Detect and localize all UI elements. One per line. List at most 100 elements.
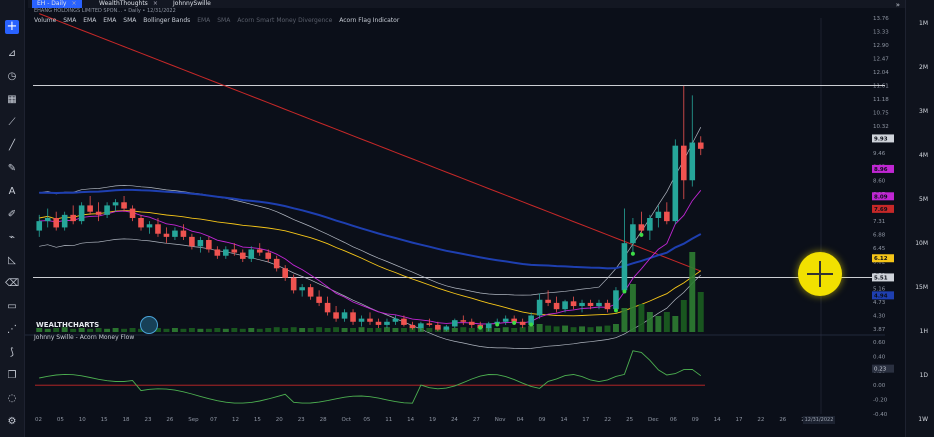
- candle-body: [392, 318, 399, 322]
- candle-body: [248, 249, 255, 259]
- crosshair-cursor: [798, 252, 842, 296]
- timeframe-2m[interactable]: 2M: [919, 64, 928, 71]
- close-icon[interactable]: ×: [153, 0, 158, 7]
- add-icon[interactable]: +: [5, 20, 19, 34]
- candle-body: [316, 296, 322, 303]
- price-tick-label: 13.76: [873, 16, 889, 22]
- x-tick-label: 28: [320, 417, 327, 423]
- ruler-icon[interactable]: ⊿: [5, 47, 19, 61]
- volume-bar: [460, 327, 467, 332]
- volume-bar: [468, 328, 475, 332]
- volume-bar: [358, 327, 365, 332]
- timeframe-4m[interactable]: 4M: [919, 152, 928, 159]
- candle-body: [604, 302, 611, 310]
- close-icon[interactable]: ×: [71, 0, 76, 7]
- volume-bar: [265, 328, 272, 332]
- x-tick-label: 14: [714, 417, 721, 423]
- price-tick-label: 7.31: [873, 219, 885, 225]
- wealthcharts-icon[interactable]: [140, 316, 158, 334]
- candle-body: [307, 287, 314, 297]
- x-tick-label: 09: [692, 417, 699, 423]
- candle-body: [409, 324, 416, 329]
- x-tick-label: 26: [166, 417, 173, 423]
- x-tick-label: 20: [276, 417, 283, 423]
- candle-body: [519, 321, 526, 325]
- indicator-sma[interactable]: SMA: [217, 17, 230, 24]
- tab-wealththoughts[interactable]: WealthThoughts ×: [94, 0, 163, 8]
- candle-body: [324, 302, 331, 313]
- timeframe-3m[interactable]: 3M: [919, 108, 928, 115]
- measure-icon[interactable]: ⌁: [5, 231, 19, 245]
- candle-body: [545, 299, 551, 303]
- calendar-icon[interactable]: ▦: [5, 93, 19, 107]
- x-tick-label: 25: [626, 417, 633, 423]
- timeframe-1m[interactable]: 1M: [919, 20, 928, 27]
- x-tick-label: 26: [779, 417, 786, 423]
- text-tool-icon[interactable]: A: [5, 185, 19, 199]
- candle-body: [282, 268, 288, 278]
- volume-bar: [392, 328, 399, 332]
- timeframe-1w[interactable]: 1W: [918, 416, 928, 423]
- drawing-toolbar: + ⊿ ◷ ▦ ⟋ ╱ ✎ A ✐ ⌁ ◺ ⌫ ▭ ⋰ ⟆ ❐ ◌ ⚙: [0, 0, 25, 437]
- volume-bar: [562, 325, 569, 332]
- candle-body: [638, 224, 645, 231]
- volume-bar: [248, 328, 255, 332]
- timeframe-1h[interactable]: 1H: [920, 328, 928, 335]
- money-flow-pane: [25, 336, 905, 420]
- tab-eh-daily[interactable]: EH - Daily ×: [32, 0, 82, 8]
- candle-body: [265, 252, 272, 259]
- zigzag-icon[interactable]: ⟆: [5, 346, 19, 360]
- trash-icon[interactable]: ⌫: [5, 277, 19, 291]
- price-tick-label: 4.73: [873, 300, 886, 306]
- volume-bar: [163, 328, 170, 332]
- indicator-acorn-divergence[interactable]: Acorn Smart Money Divergence: [237, 17, 332, 24]
- symbol-legend: EHANG HOLDINGS LIMITED SPON... • Daily •…: [34, 8, 176, 14]
- volume-bar: [205, 328, 212, 332]
- volume-bar: [689, 252, 696, 332]
- volume-bar: [502, 327, 509, 332]
- shape-icon[interactable]: ◺: [5, 254, 19, 268]
- pencil-icon[interactable]: ✐: [5, 208, 19, 222]
- volume-bar: [672, 316, 679, 332]
- settings-icon[interactable]: ⚙: [5, 415, 19, 429]
- volume-bar: [638, 304, 645, 332]
- flag-signal-dot: [630, 251, 635, 256]
- candle-body: [680, 145, 687, 181]
- trend-icon[interactable]: ⟋: [5, 116, 19, 130]
- indicator-bollinger[interactable]: Bollinger Bands: [143, 17, 190, 24]
- indicator-sma[interactable]: SMA: [63, 17, 76, 24]
- volume-bar: [112, 328, 119, 332]
- candle-body: [452, 320, 458, 327]
- fast-forward-icon[interactable]: »: [896, 1, 900, 9]
- copy-icon[interactable]: ❐: [5, 369, 19, 383]
- candle-body: [341, 312, 348, 319]
- chart-icon[interactable]: ⋰: [5, 323, 19, 337]
- indicator-sma[interactable]: SMA: [123, 17, 136, 24]
- clock-icon[interactable]: ◷: [5, 70, 19, 84]
- candle-body: [358, 318, 365, 322]
- layout-icon[interactable]: ▭: [5, 300, 19, 314]
- candle-body: [689, 142, 696, 181]
- timeframe-5m[interactable]: 5M: [919, 196, 928, 203]
- brush-icon[interactable]: ✎: [5, 162, 19, 176]
- tab-johnnyswille[interactable]: JohnnySwille: [168, 0, 216, 8]
- timeframe-10m[interactable]: 10M: [915, 240, 928, 247]
- line-tool-icon[interactable]: ╱: [5, 139, 19, 153]
- timeframe-1d[interactable]: 1D: [920, 372, 928, 379]
- volume-bar: [341, 328, 348, 332]
- volume-bar: [121, 328, 128, 332]
- candle-body: [426, 323, 433, 325]
- price-chart[interactable]: 13.76 13.33 12.90 12.47 12.04 11.61 11.18 10.75…: [25, 9, 905, 437]
- indicator-volume[interactable]: Volume: [34, 17, 56, 24]
- magnet-icon[interactable]: ◌: [5, 392, 19, 406]
- x-tick-label: 17: [582, 417, 589, 423]
- flag-signal-dot: [639, 232, 644, 237]
- indicator-ema[interactable]: EMA: [197, 17, 210, 24]
- candle-body: [587, 302, 594, 307]
- timeframe-15m[interactable]: 15M: [915, 284, 928, 291]
- candle-body: [223, 249, 229, 256]
- indicator-ema[interactable]: EMA: [83, 17, 96, 24]
- x-tick-label: Nov: [495, 417, 506, 423]
- indicator-ema[interactable]: EMA: [103, 17, 116, 24]
- indicator-acorn-flag[interactable]: Acorn Flag Indicator: [339, 17, 399, 24]
